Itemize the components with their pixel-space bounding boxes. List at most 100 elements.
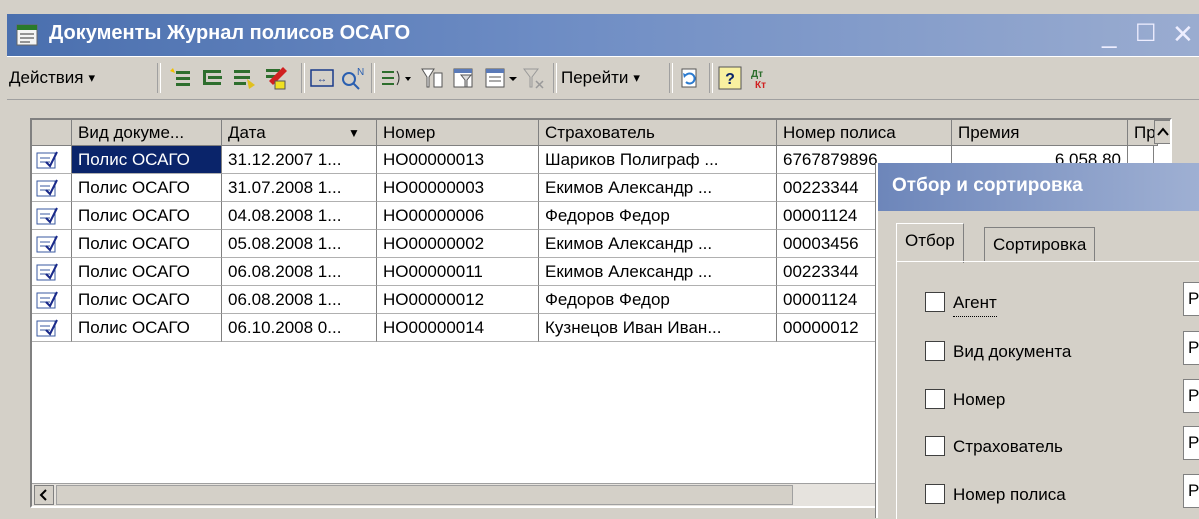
cell-doc-type[interactable]: Полис ОСАГО	[72, 314, 222, 342]
filter-label: Агент	[953, 290, 997, 317]
cell-number[interactable]: НО00000002	[377, 230, 539, 258]
filter-condition-select[interactable]: Равно	[1183, 379, 1199, 413]
filter-label: Страхователь	[953, 437, 1063, 456]
toolbar-separator	[553, 63, 557, 93]
cell-date[interactable]: 06.08.2008 1...	[222, 258, 377, 286]
find-icon[interactable]: N	[339, 65, 365, 91]
document-posted-icon	[32, 314, 72, 342]
tab-label: Сортировка	[993, 235, 1087, 254]
cell-date[interactable]: 06.10.2008 0...	[222, 314, 377, 342]
window-title: Документы Журнал полисов ОСАГО	[49, 22, 411, 44]
maximize-button[interactable]: ☐	[1135, 20, 1157, 48]
svg-text:?: ?	[725, 71, 735, 88]
dialog-titlebar[interactable]: Отбор и сортировка	[878, 163, 1199, 211]
refresh-icon[interactable]	[677, 65, 703, 91]
cell-date[interactable]: 06.08.2008 1...	[222, 286, 377, 314]
svg-text:Кт: Кт	[755, 80, 766, 91]
period-icon[interactable]: ↔	[309, 65, 335, 91]
scroll-left-button[interactable]	[34, 485, 54, 505]
filter-checkbox-policy-number[interactable]	[925, 484, 945, 504]
column-header-label: Номер полиса	[783, 123, 896, 142]
filter-condition-select[interactable]: Равно	[1183, 474, 1199, 508]
cell-insurer[interactable]: Екимов Александр ...	[539, 258, 777, 286]
cell-insurer[interactable]: Федоров Федор	[539, 202, 777, 230]
cell-number[interactable]: НО00000012	[377, 286, 539, 314]
tab-filter[interactable]: Отбор	[896, 223, 964, 263]
sort-descending-icon: ▼	[348, 126, 360, 140]
document-posted-icon	[32, 174, 72, 202]
column-header-label: Страхователь	[545, 123, 655, 142]
cell-number[interactable]: НО00000006	[377, 202, 539, 230]
window-titlebar[interactable]: Документы Журнал полисов ОСАГО _ ☐ ✕	[7, 14, 1199, 56]
cell-date[interactable]: 04.08.2008 1...	[222, 202, 377, 230]
filter-checkbox-doc-type[interactable]	[925, 341, 945, 361]
filter-label: Номер	[953, 390, 1006, 409]
table-header: Вид докуме... Дата ▼ Номер Страхователь …	[32, 120, 1170, 146]
cell-doc-type[interactable]: Полис ОСАГО	[72, 286, 222, 314]
filter-label: Номер полиса	[953, 485, 1066, 504]
scroll-thumb[interactable]	[56, 485, 793, 505]
goto-menu-label: Перейти	[561, 68, 629, 87]
add-group-icon[interactable]	[231, 65, 257, 91]
cell-date[interactable]: 31.07.2008 1...	[222, 174, 377, 202]
column-header-date[interactable]: Дата ▼	[222, 120, 377, 146]
chevron-up-icon	[1157, 127, 1169, 136]
cell-insurer[interactable]: Федоров Федор	[539, 286, 777, 314]
actions-menu-button[interactable]: Действия ▾	[9, 65, 95, 91]
cell-number[interactable]: НО00000014	[377, 314, 539, 342]
svg-text:N: N	[357, 67, 364, 78]
list-menu-icon[interactable]	[379, 65, 413, 91]
cell-insurer[interactable]: Кузнецов Иван Иван...	[539, 314, 777, 342]
filter-by-value-icon[interactable]	[451, 65, 477, 91]
cell-doc-type[interactable]: Полис ОСАГО	[72, 174, 222, 202]
edit-icon[interactable]	[263, 65, 289, 91]
column-header-label: Премия	[958, 123, 1020, 142]
column-header-premium[interactable]: Премия	[952, 120, 1128, 146]
minimize-button[interactable]: _	[1102, 20, 1116, 48]
scroll-up-button[interactable]	[1154, 120, 1170, 144]
column-header-icon[interactable]	[32, 120, 72, 146]
sort-icon[interactable]	[483, 65, 519, 91]
filter-checkbox-number[interactable]	[925, 389, 945, 409]
filter-checkbox-agent[interactable]	[925, 292, 945, 312]
chevron-down-icon: ▾	[88, 70, 96, 85]
cell-doc-type[interactable]: Полис ОСАГО	[72, 258, 222, 286]
column-header-policy-number[interactable]: Номер полиса	[777, 120, 952, 146]
toolbar-separator	[371, 63, 375, 93]
column-header-number[interactable]: Номер	[377, 120, 539, 146]
cell-doc-type[interactable]: Полис ОСАГО	[72, 146, 222, 174]
filter-checkbox-insurer[interactable]	[925, 436, 945, 456]
filter-icon[interactable]	[419, 65, 445, 91]
cell-number[interactable]: НО00000011	[377, 258, 539, 286]
cell-date[interactable]: 31.12.2007 1...	[222, 146, 377, 174]
cell-number[interactable]: НО00000003	[377, 174, 539, 202]
cell-doc-type[interactable]: Полис ОСАГО	[72, 230, 222, 258]
document-posted-icon	[32, 202, 72, 230]
add-document-icon[interactable]	[167, 65, 193, 91]
cell-date[interactable]: 05.08.2008 1...	[222, 230, 377, 258]
chevron-left-icon	[39, 489, 47, 501]
actions-menu-label: Действия	[9, 68, 84, 87]
cell-number[interactable]: НО00000013	[377, 146, 539, 174]
toolbar-separator	[709, 63, 713, 93]
cell-insurer[interactable]: Шариков Полиграф ...	[539, 146, 777, 174]
cell-insurer[interactable]: Екимов Александр ...	[539, 174, 777, 202]
column-header-insurer[interactable]: Страхователь	[539, 120, 777, 146]
toolbar-separator	[669, 63, 673, 93]
toolbar-separator	[157, 63, 161, 93]
tab-sort[interactable]: Сортировка	[984, 227, 1096, 261]
clear-filter-icon[interactable]	[521, 65, 547, 91]
document-posted-icon	[32, 286, 72, 314]
filter-condition-select[interactable]: Равно	[1183, 426, 1199, 460]
copy-document-icon[interactable]	[199, 65, 225, 91]
filter-panel: Агент Равно Вид документа Равно Номер Ра…	[896, 261, 1199, 519]
debit-credit-icon[interactable]: Дт Кт	[749, 65, 775, 91]
help-icon[interactable]: ?	[717, 65, 743, 91]
filter-condition-select[interactable]: Равно	[1183, 331, 1199, 365]
goto-menu-button[interactable]: Перейти ▾	[561, 65, 640, 91]
close-button[interactable]: ✕	[1172, 20, 1194, 48]
filter-condition-select[interactable]: Равно	[1183, 282, 1199, 316]
cell-insurer[interactable]: Екимов Александр ...	[539, 230, 777, 258]
column-header-type[interactable]: Вид докуме...	[72, 120, 222, 146]
cell-doc-type[interactable]: Полис ОСАГО	[72, 202, 222, 230]
